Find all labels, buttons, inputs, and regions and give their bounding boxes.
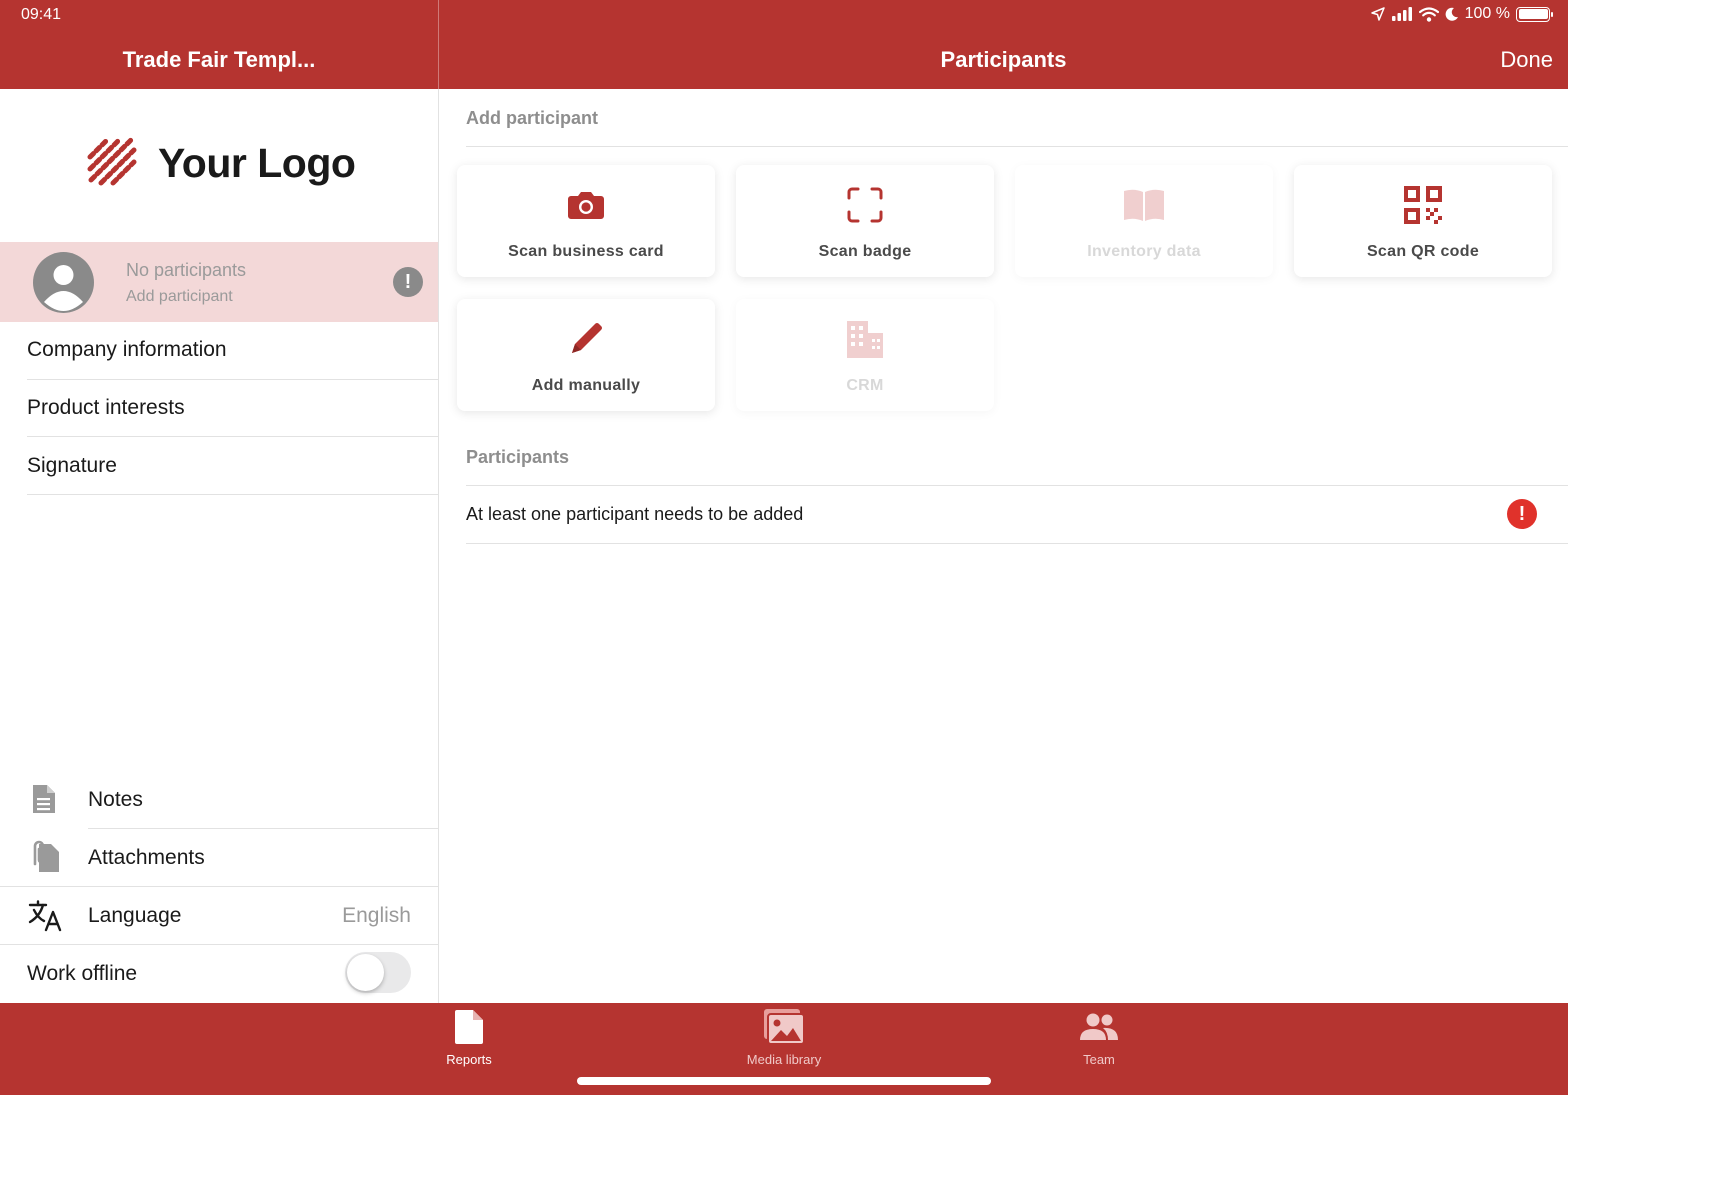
- logo-mark-icon: [87, 136, 137, 186]
- card-label: CRM: [846, 377, 884, 394]
- report-icon: [455, 1010, 483, 1044]
- add-participant-heading: Add participant: [466, 108, 599, 128]
- header-divider: [438, 0, 439, 89]
- divider: [0, 944, 439, 945]
- divider: [0, 886, 439, 887]
- translate-icon: [28, 900, 62, 932]
- top-bar: 09:41 100 % Trade Fair Templ... Particip…: [0, 0, 1568, 89]
- participant-subtitle: Add participant: [126, 288, 233, 305]
- divider: [27, 436, 439, 437]
- moon-icon: [1445, 7, 1458, 21]
- sidebar-item-notes[interactable]: Notes: [88, 788, 143, 812]
- scan-frame-icon: [847, 187, 883, 223]
- participants-heading: Participants: [466, 447, 570, 467]
- page-title: Participants: [940, 47, 1067, 72]
- tab-media-library[interactable]: Media library: [704, 1007, 864, 1067]
- divider: [466, 485, 1568, 486]
- status-indicators: 100 %: [1370, 5, 1553, 23]
- paperclip-icon: [33, 840, 59, 872]
- done-button[interactable]: Done: [1500, 47, 1553, 73]
- validation-message: At least one participant needs to be add…: [466, 504, 804, 524]
- scan-qr-code-button[interactable]: Scan QR code: [1294, 165, 1552, 277]
- sidebar-title: Trade Fair Templ...: [122, 47, 316, 72]
- pencil-icon: [572, 323, 602, 353]
- add-manually-button[interactable]: Add manually: [457, 299, 715, 411]
- user-icon: [44, 265, 83, 311]
- card-label: Scan QR code: [1366, 243, 1480, 260]
- team-icon: [1080, 1013, 1118, 1040]
- home-indicator: [577, 1077, 991, 1085]
- card-label: Add manually: [531, 377, 641, 394]
- work-offline-toggle[interactable]: [345, 952, 411, 993]
- divider: [27, 494, 439, 495]
- sidebar-item-signature[interactable]: Signature: [27, 454, 117, 478]
- scan-badge-button[interactable]: Scan badge: [736, 165, 994, 277]
- sidebar-item-company-information[interactable]: Company information: [27, 338, 227, 362]
- card-label: Scan badge: [818, 243, 912, 260]
- toggle-knob: [347, 954, 384, 991]
- language-value: English: [342, 904, 411, 927]
- participant-summary[interactable]: No participants Add participant !: [0, 242, 438, 322]
- cellular-signal-icon: [1391, 7, 1412, 21]
- battery-percent: 100 %: [1464, 5, 1510, 22]
- status-time: 09:41: [21, 6, 62, 23]
- battery-icon: [1516, 6, 1553, 22]
- card-label: Inventory data: [1087, 243, 1201, 260]
- avatar: [33, 252, 94, 313]
- divider: [88, 828, 439, 829]
- tab-label: Team: [1083, 1052, 1115, 1067]
- sidebar-item-attachments[interactable]: Attachments: [88, 846, 205, 870]
- tab-label: Reports: [446, 1052, 492, 1067]
- inventory-data-button[interactable]: Inventory data: [1015, 165, 1273, 277]
- qr-code-icon: [1404, 186, 1442, 224]
- book-icon: [1124, 189, 1164, 221]
- logo-text: Your Logo: [158, 139, 356, 186]
- document-icon: [33, 785, 55, 813]
- media-icon: [764, 1009, 805, 1045]
- crm-button[interactable]: CRM: [736, 299, 994, 411]
- work-offline-label: Work offline: [27, 962, 138, 985]
- divider: [466, 146, 1568, 147]
- logo: Your Logo: [86, 135, 356, 191]
- location-arrow-icon: [1370, 7, 1385, 21]
- error-icon: !: [1507, 499, 1537, 529]
- sidebar-item-language[interactable]: Language: [88, 904, 181, 928]
- warning-icon: !: [393, 267, 423, 297]
- divider: [466, 543, 1568, 544]
- camera-icon: [568, 192, 604, 219]
- divider: [27, 379, 439, 380]
- sidebar: Your Logo No participants Add participan…: [0, 89, 439, 1003]
- scan-business-card-button[interactable]: Scan business card: [457, 165, 715, 277]
- sidebar-item-product-interests[interactable]: Product interests: [27, 396, 185, 420]
- wifi-icon: [1418, 6, 1439, 22]
- tab-label: Media library: [746, 1052, 822, 1067]
- building-icon: [847, 321, 883, 358]
- participant-title: No participants: [126, 260, 247, 280]
- card-label: Scan business card: [508, 243, 664, 260]
- main-panel: Add participant Scan business card Scan …: [439, 89, 1568, 1003]
- tab-team[interactable]: Team: [1019, 1007, 1179, 1067]
- tab-reports[interactable]: Reports: [389, 1007, 549, 1067]
